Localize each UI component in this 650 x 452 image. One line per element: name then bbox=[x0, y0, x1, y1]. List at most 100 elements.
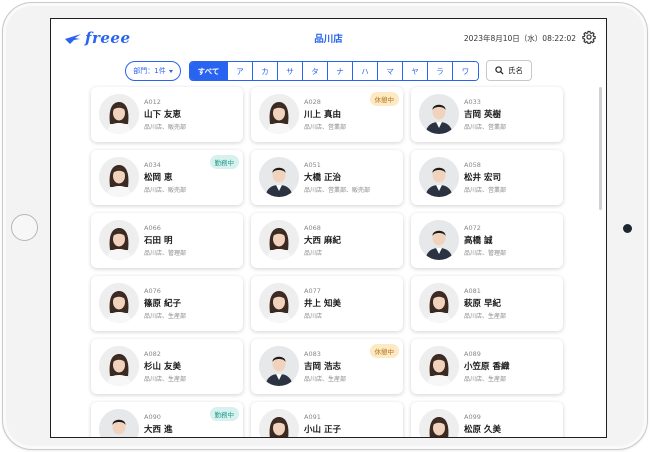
employee-card[interactable]: A083 吉岡 浩志 品川店、生産部 休憩中 bbox=[251, 339, 403, 394]
kana-index-tabs: すべてアカサタナハマヤラワ bbox=[189, 61, 479, 81]
employee-department: 品川店、営業部 bbox=[464, 124, 507, 131]
kana-tab-9[interactable]: ラ bbox=[428, 62, 453, 80]
person-photo-icon bbox=[259, 94, 299, 134]
person-photo-icon bbox=[419, 157, 459, 197]
kana-tab-10[interactable]: ワ bbox=[453, 62, 478, 80]
employee-card[interactable]: A089 小笠原 香織 品川店、生産部 bbox=[411, 339, 563, 394]
avatar bbox=[419, 157, 459, 197]
avatar bbox=[99, 157, 139, 197]
employee-code: A033 bbox=[464, 98, 481, 106]
employee-code: A091 bbox=[304, 413, 321, 421]
employee-code: A082 bbox=[144, 350, 161, 358]
person-photo-icon bbox=[99, 283, 139, 323]
kana-tab-1[interactable]: ア bbox=[228, 62, 253, 80]
person-photo-icon bbox=[419, 346, 459, 386]
employee-department: 品川店、営業部 bbox=[464, 187, 507, 194]
department-filter-button[interactable]: 部門：1件 bbox=[125, 61, 181, 81]
kana-tab-0[interactable]: すべて bbox=[190, 62, 228, 80]
employee-department: 品川店、販売部 bbox=[144, 124, 187, 131]
employee-card[interactable]: A082 杉山 友美品川店、生産部 bbox=[91, 339, 243, 394]
employee-name: 小山 正子 bbox=[304, 425, 341, 435]
app-header: freee 品川店 2023年8月10日（水）08:22:02 bbox=[51, 19, 606, 59]
employee-name: 小笠原 香織 bbox=[464, 362, 510, 372]
employee-department: 品川店、管理部 bbox=[144, 250, 187, 257]
employee-card[interactable]: A076 篠原 紀子 品川店、生産部 bbox=[91, 276, 243, 331]
employee-code: A058 bbox=[464, 161, 481, 169]
employee-code: A051 bbox=[304, 161, 321, 169]
employee-card[interactable]: A066 石田 明品川店、管理部 bbox=[91, 213, 243, 268]
status-badge: 休憩中 bbox=[369, 92, 399, 106]
employee-code: A083 bbox=[304, 350, 321, 358]
search-icon bbox=[495, 66, 504, 75]
employee-department: 品川店、生産部 bbox=[144, 376, 187, 383]
person-photo-icon bbox=[259, 409, 299, 437]
kana-tab-5[interactable]: ナ bbox=[328, 62, 353, 80]
kana-tab-8[interactable]: ヤ bbox=[403, 62, 428, 80]
employee-card[interactable]: A081 萩原 早紀 品川店、生産部 bbox=[411, 276, 563, 331]
person-photo-icon bbox=[259, 157, 299, 197]
avatar bbox=[419, 220, 459, 260]
employee-card[interactable]: A072 高橋 誠品川店、管理部 bbox=[411, 213, 563, 268]
kana-tab-4[interactable]: タ bbox=[303, 62, 328, 80]
employee-card[interactable]: A051 大橋 正治 品川店、営業部、販売部 bbox=[251, 150, 403, 205]
employee-name: 川上 真由 bbox=[304, 110, 341, 120]
kana-tab-3[interactable]: サ bbox=[278, 62, 303, 80]
department-filter-label: 部門：1件 bbox=[133, 67, 166, 75]
scrollbar[interactable] bbox=[599, 87, 602, 210]
employee-name: 杉山 友美 bbox=[144, 362, 181, 372]
person-photo-icon bbox=[259, 346, 299, 386]
person-photo-icon bbox=[99, 157, 139, 197]
tablet-frame: freee 品川店 2023年8月10日（水）08:22:02 部門：1件 すべ… bbox=[2, 2, 648, 450]
employee-name: 高橋 誠 bbox=[464, 236, 493, 246]
employee-card[interactable]: A058 松井 宏司 品川店、営業部 bbox=[411, 150, 563, 205]
avatar bbox=[99, 220, 139, 260]
app-screen: freee 品川店 2023年8月10日（水）08:22:02 部門：1件 すべ… bbox=[50, 18, 607, 438]
employee-department: 品川店、営業部 bbox=[304, 124, 347, 131]
employee-name: 山下 友恵 bbox=[144, 110, 181, 120]
employee-code: A099 bbox=[464, 413, 481, 421]
employee-department: 品川店、生産部 bbox=[464, 313, 507, 320]
employee-card[interactable]: A012 山下 友恵 品川店、販売部 bbox=[91, 87, 243, 142]
person-photo-icon bbox=[259, 220, 299, 260]
avatar bbox=[99, 283, 139, 323]
gear-icon[interactable] bbox=[582, 30, 596, 44]
kana-tab-7[interactable]: マ bbox=[378, 62, 403, 80]
kana-tab-2[interactable]: カ bbox=[253, 62, 278, 80]
person-photo-icon bbox=[99, 94, 139, 134]
employee-code: A076 bbox=[144, 287, 161, 295]
avatar bbox=[99, 94, 139, 134]
avatar bbox=[419, 94, 459, 134]
employee-code: A028 bbox=[304, 98, 321, 106]
person-photo-icon bbox=[419, 94, 459, 134]
employee-department: 品川店、生産部 bbox=[464, 376, 507, 383]
avatar bbox=[419, 409, 459, 437]
avatar bbox=[259, 157, 299, 197]
employee-name: 石田 明 bbox=[144, 236, 173, 246]
person-photo-icon bbox=[419, 220, 459, 260]
employee-department: 品川店、販売部 bbox=[144, 187, 187, 194]
avatar bbox=[99, 409, 139, 437]
avatar bbox=[259, 283, 299, 323]
employee-card[interactable]: A090 大西 進 勤務中 bbox=[91, 402, 243, 437]
employee-name: 松岡 恵 bbox=[144, 173, 173, 183]
avatar bbox=[419, 283, 459, 323]
name-search-button[interactable]: 氏名 bbox=[486, 60, 532, 81]
employee-card[interactable]: A068 大西 麻紀 品川店 bbox=[251, 213, 403, 268]
employee-card[interactable]: A034 松岡 恵品川店、販売部 勤務中 bbox=[91, 150, 243, 205]
employee-card[interactable]: A033 吉岡 英樹 品川店、営業部 bbox=[411, 87, 563, 142]
home-button[interactable] bbox=[11, 214, 38, 241]
avatar bbox=[259, 346, 299, 386]
employee-card[interactable]: A091 小山 正子 bbox=[251, 402, 403, 437]
employee-card[interactable]: A028 川上 真由品川店、営業部 休憩中 bbox=[251, 87, 403, 142]
person-photo-icon bbox=[99, 346, 139, 386]
employee-code: A072 bbox=[464, 224, 481, 232]
employee-department: 品川店 bbox=[304, 313, 323, 320]
employee-card[interactable]: A077 井上 知美 品川店 bbox=[251, 276, 403, 331]
employee-name: 井上 知美 bbox=[304, 299, 341, 309]
avatar bbox=[259, 409, 299, 437]
current-datetime: 2023年8月10日（水）08:22:02 bbox=[463, 34, 576, 43]
employee-card[interactable]: A099 松原 久美 bbox=[411, 402, 563, 437]
employee-code: A090 bbox=[144, 413, 161, 421]
person-photo-icon bbox=[99, 409, 139, 437]
kana-tab-6[interactable]: ハ bbox=[353, 62, 378, 80]
